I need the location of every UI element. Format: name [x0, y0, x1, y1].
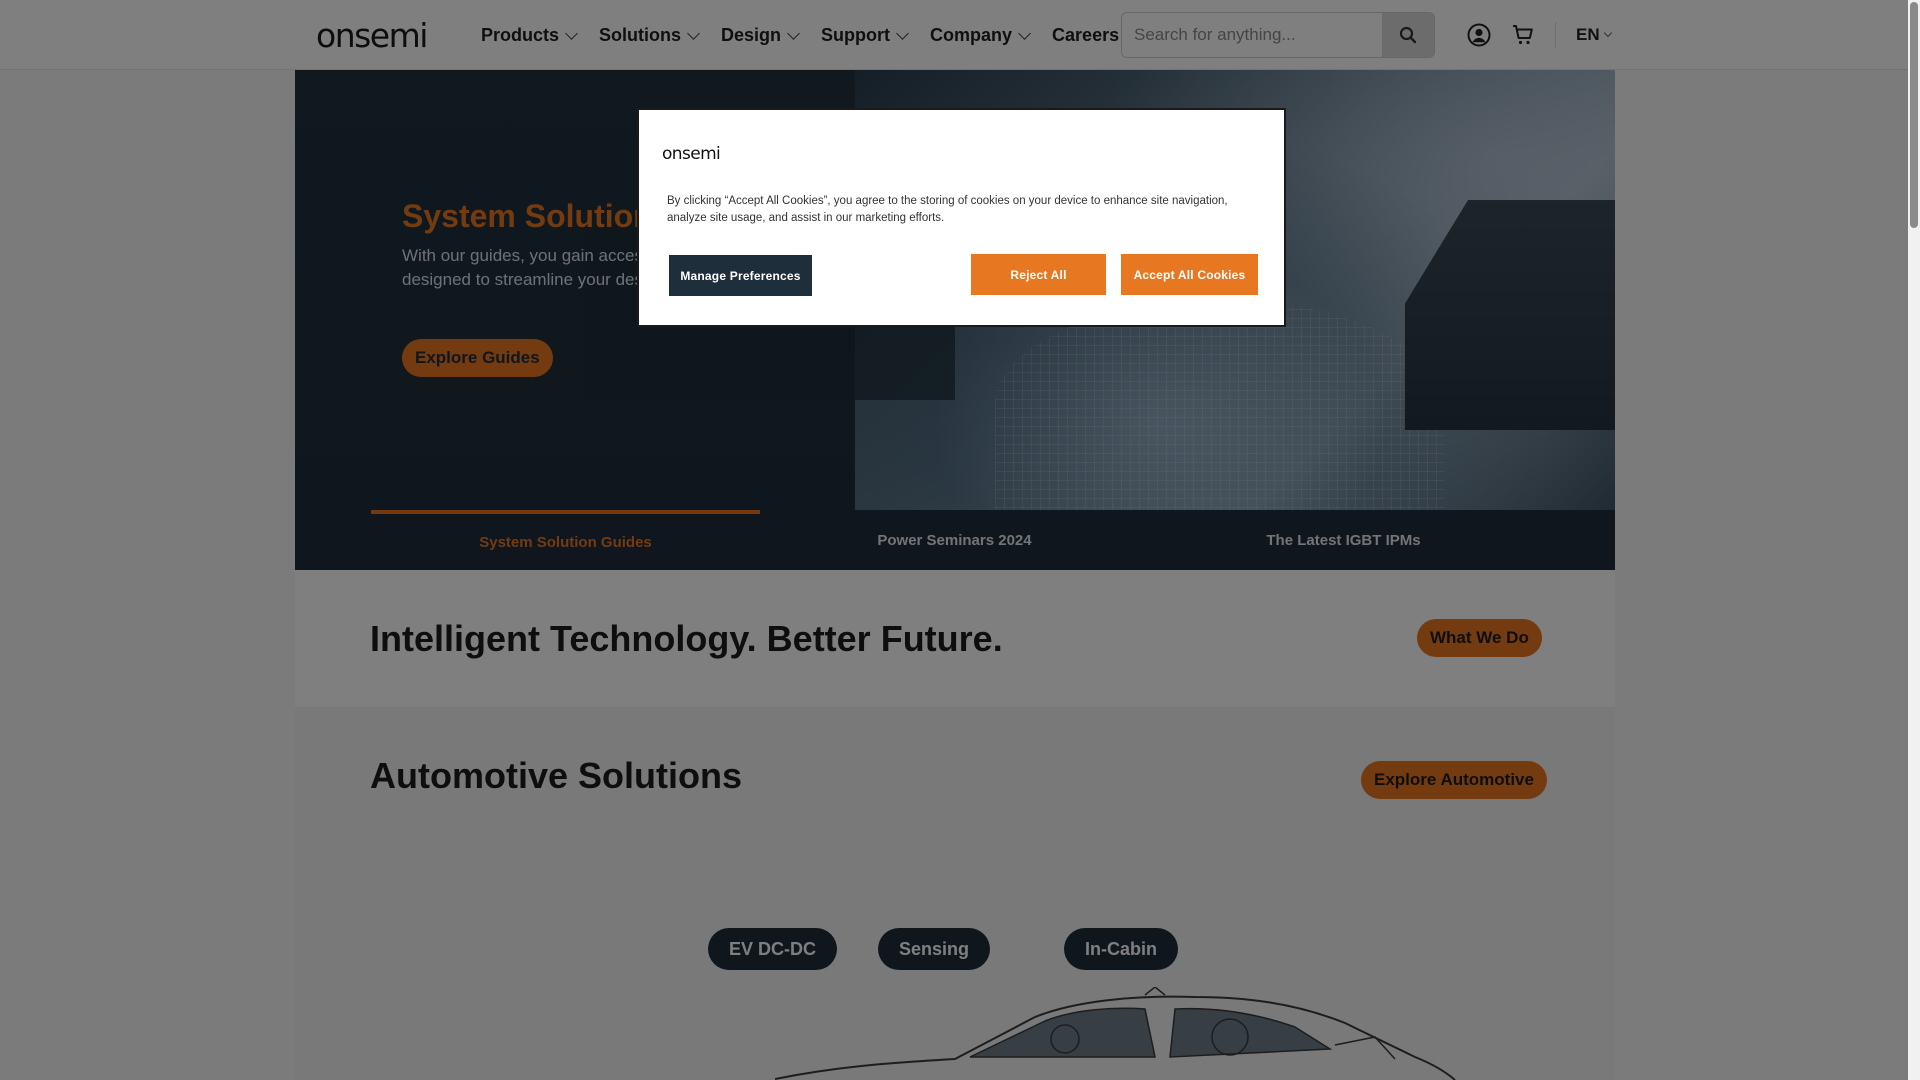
cookie-consent-text: By clicking “Accept All Cookies”, you ag… [667, 195, 1228, 224]
reject-all-button[interactable]: Reject All [971, 254, 1106, 295]
scrollbar-thumb[interactable] [1910, 2, 1918, 228]
cookie-consent-dialog: onsemi By clicking “Accept All Cookies”,… [637, 108, 1286, 327]
cookie-dialog-logo: onsemi [662, 144, 721, 164]
page-scrollbar[interactable] [1908, 0, 1920, 1080]
accept-all-cookies-button[interactable]: Accept All Cookies [1121, 254, 1258, 295]
manage-preferences-button[interactable]: Manage Preferences [669, 255, 812, 296]
